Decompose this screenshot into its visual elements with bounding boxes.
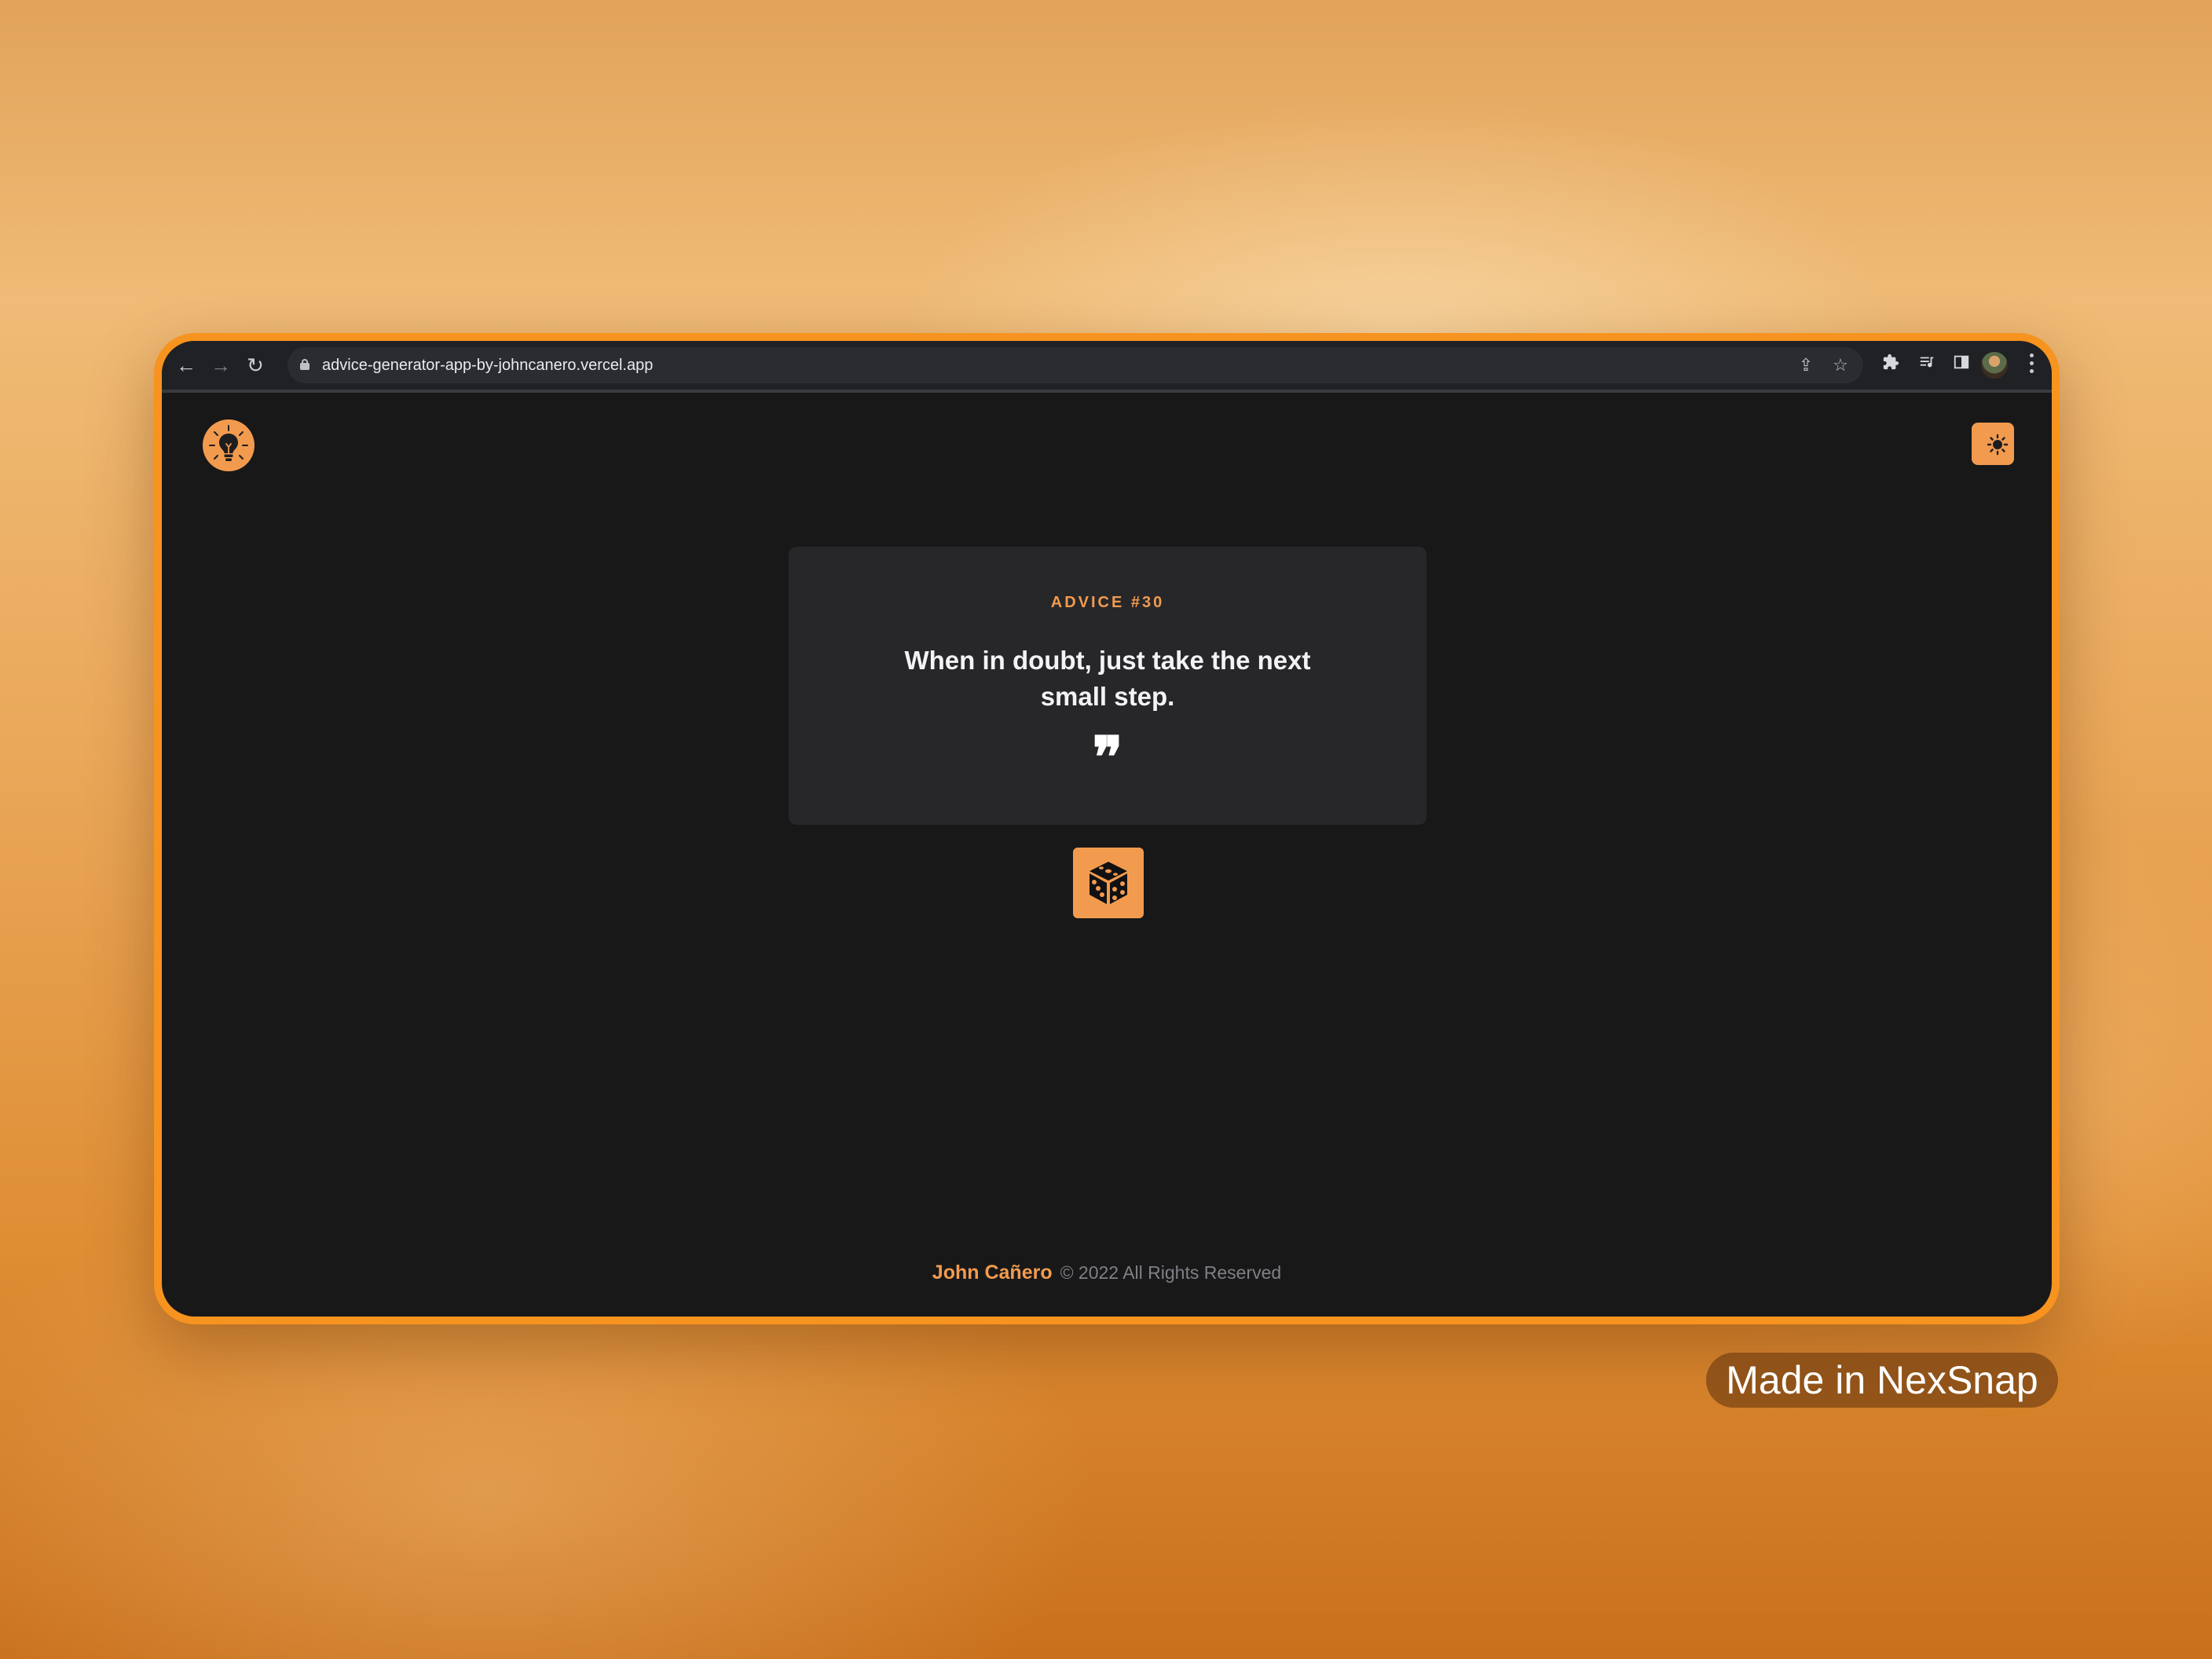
lock-icon [300, 359, 309, 370]
lightbulb-icon [203, 419, 255, 471]
browser-toolbar: ← → ↻ advice-generator-app-by-johncanero… [162, 341, 2052, 393]
nexsnap-watermark: Made in NexSnap [1706, 1353, 2058, 1408]
advice-card: ADVICE #30 When in doubt, just take the … [789, 547, 1426, 825]
url-text[interactable]: advice-generator-app-by-johncanero.verce… [322, 347, 653, 383]
copyright-text: © 2022 All Rights Reserved [1060, 1262, 1282, 1283]
author-link[interactable]: John Cañero [932, 1262, 1053, 1284]
quote-icon: ❞ [1092, 723, 1123, 790]
forward-button[interactable]: → [206, 350, 236, 380]
sun-icon [1987, 434, 2009, 456]
side-panel-icon[interactable] [1946, 350, 1976, 380]
theme-toggle-button[interactable] [1972, 423, 2014, 465]
generate-advice-button[interactable] [1073, 848, 1144, 918]
browser-window: ← → ↻ advice-generator-app-by-johncanero… [162, 341, 2052, 1317]
reload-button[interactable]: ↻ [240, 350, 270, 380]
advice-number: ADVICE #30 [1050, 594, 1165, 611]
advice-text: When in doubt, just take the next small … [904, 646, 1311, 711]
media-queue-icon[interactable] [1912, 350, 1942, 380]
extensions-icon[interactable] [1876, 350, 1906, 380]
profile-avatar[interactable] [1981, 352, 2008, 379]
dice-icon [1090, 862, 1127, 904]
footer: John Cañero © 2022 All Rights Reserved [162, 1262, 2052, 1284]
menu-icon[interactable] [2030, 353, 2034, 377]
browser-frame: ← → ↻ advice-generator-app-by-johncanero… [154, 333, 2060, 1324]
address-bar[interactable]: advice-generator-app-by-johncanero.verce… [287, 347, 1863, 383]
back-button[interactable]: ← [171, 350, 201, 380]
star-icon[interactable]: ☆ [1829, 353, 1852, 377]
share-icon[interactable]: ⇪ [1794, 353, 1818, 377]
